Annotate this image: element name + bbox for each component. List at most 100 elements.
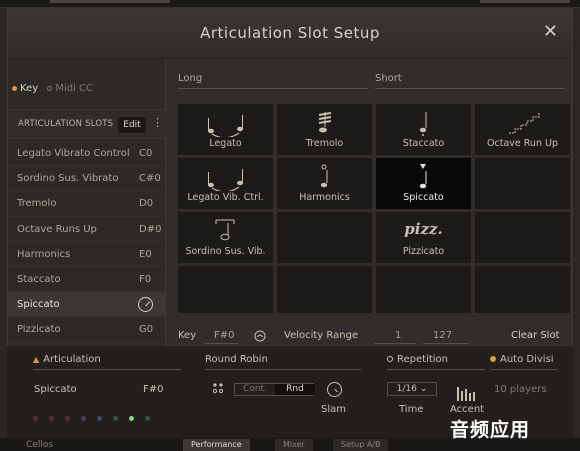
pizzicato-text: pizz. — [404, 220, 443, 238]
slot-dot — [145, 416, 150, 421]
slot-name: Octave Runs Up — [17, 223, 97, 235]
toggle-off-icon — [387, 356, 393, 362]
articulation-cell[interactable]: pizz. Pizzicato — [376, 212, 471, 263]
staccato-icon — [419, 112, 427, 136]
slots-header-label: ARTICULATION SLOTS — [18, 119, 114, 129]
tab-label: Key — [20, 83, 39, 94]
key-field[interactable]: F#0 — [204, 327, 238, 344]
tremolo-icon — [318, 112, 332, 133]
articulation-cell-selected[interactable]: Spiccato — [376, 158, 471, 209]
articulation-slot-setup-dialog: Articulation Slot Setup ✕ Key Midi CC AR… — [7, 8, 573, 347]
empty-cell[interactable] — [277, 266, 372, 313]
empty-cell[interactable] — [178, 266, 273, 313]
short-header: Short — [375, 73, 565, 89]
repetition-section-header[interactable]: Repetition — [387, 354, 485, 370]
slot-key: D0 — [139, 198, 154, 210]
tab-midi-cc[interactable]: Midi CC — [47, 83, 93, 94]
cell-label: Spiccato — [403, 192, 444, 203]
slot-dot-active — [129, 416, 134, 421]
articulation-grid-panel: Long Short Legato Tremolo Staccato Octav… — [166, 59, 573, 347]
legato-vib-icon — [208, 169, 243, 191]
empty-cell[interactable] — [475, 212, 570, 263]
slot-item[interactable]: Sordino Sus. Vibrato C#0 — [8, 166, 166, 192]
slot-item[interactable]: Legato Vibrato Control C0 — [8, 141, 166, 167]
rr-random-option[interactable]: Rnd — [275, 384, 315, 395]
velocity-max-field[interactable]: 127 — [423, 327, 469, 344]
articulation-section-header[interactable]: ▲ Articulation — [33, 354, 181, 370]
slot-panel: Key Midi CC ARTICULATION SLOTS Edit ⋮ Le… — [8, 59, 166, 347]
accent-meter-icon[interactable] — [457, 382, 477, 401]
slot-item[interactable]: Staccato F0 — [8, 267, 166, 293]
tab-setup-ab[interactable]: Setup A/B — [333, 439, 389, 451]
tab-key[interactable]: Key — [12, 83, 38, 94]
more-menu-icon[interactable]: ⋮ — [152, 116, 163, 129]
articulation-cell[interactable]: Staccato — [376, 104, 471, 155]
slot-dot — [33, 416, 38, 421]
radio-dot-icon — [12, 85, 17, 91]
learn-icon[interactable] — [254, 330, 266, 342]
tab-performance[interactable]: Performance — [183, 439, 250, 451]
slot-item[interactable]: Pizzicato G0 — [8, 317, 166, 343]
articulation-cell[interactable]: Legato — [178, 104, 273, 155]
velocity-min-field[interactable]: 1 — [374, 327, 416, 344]
slot-item[interactable]: Octave Runs Up D#0 — [8, 217, 166, 242]
slot-key: D#0 — [139, 223, 162, 235]
articulation-cell[interactable]: Legato Vib. Ctrl. — [178, 158, 273, 209]
time-select[interactable]: 1/16 ⌄ — [387, 382, 437, 396]
slot-item[interactable]: Tremolo D0 — [8, 191, 166, 217]
time-value: 1/16 — [396, 384, 417, 394]
players-count: 10 players — [494, 384, 547, 395]
empty-cell[interactable] — [475, 158, 570, 209]
slot-list: Legato Vibrato Control C0 Sordino Sus. Vi… — [8, 141, 166, 343]
slot-name: Legato Vibrato Control — [17, 148, 130, 159]
slot-item[interactable]: Harmonics E0 — [8, 242, 166, 267]
slot-key: E0 — [139, 248, 152, 260]
cell-label: Sordino Sus. Vib. — [185, 246, 266, 257]
articulation-cell[interactable]: Harmonics — [277, 158, 372, 209]
slot-item-selected[interactable]: Spiccato — [8, 292, 166, 318]
cell-label: Tremolo — [305, 138, 344, 149]
cell-label: Pizzicato — [402, 246, 445, 257]
round-robin-header-label: Round Robin — [205, 354, 268, 365]
clear-slot-button[interactable]: Clear Slot — [511, 330, 560, 341]
slot-dot — [49, 416, 54, 421]
current-articulation-key: F#0 — [143, 384, 164, 395]
dialog-title: Articulation Slot Setup — [200, 24, 380, 42]
close-icon[interactable]: ✕ — [543, 21, 558, 42]
rr-continuous-option[interactable]: Cont. — [235, 384, 275, 395]
edit-button[interactable]: Edit — [118, 117, 146, 133]
strip-segment — [480, 0, 570, 3]
time-label: Time — [399, 404, 424, 415]
slot-name: Harmonics — [17, 248, 71, 260]
empty-cell[interactable] — [277, 212, 372, 263]
dialog-header: Articulation Slot Setup ✕ — [8, 9, 572, 59]
key-value: F#0 — [214, 330, 235, 341]
articulation-cell[interactable]: Tremolo — [277, 104, 372, 155]
key-label: Key — [178, 330, 197, 341]
round-robin-toggle[interactable]: Cont. Rnd — [234, 383, 315, 396]
empty-cell[interactable] — [475, 266, 570, 313]
tab-mixer[interactable]: Mixer — [275, 439, 313, 451]
articulation-cell[interactable]: Octave Run Up — [475, 104, 570, 155]
empty-cell[interactable] — [376, 266, 471, 313]
velocity-range-label: Velocity Range — [284, 330, 359, 341]
radio-dot-icon — [47, 85, 53, 91]
slot-dot — [113, 416, 118, 421]
key-learn-icon[interactable] — [138, 297, 153, 313]
articulation-cell[interactable]: Sordino Sus. Vib. — [178, 212, 273, 263]
cell-label: Octave Run Up — [487, 138, 558, 149]
sordino-icon — [215, 219, 235, 241]
cell-label: Harmonics — [299, 192, 350, 203]
articulation-header-label: Articulation — [43, 354, 101, 365]
slot-name: Tremolo — [17, 198, 57, 210]
auto-divisi-section-header[interactable]: Auto Divisi — [490, 354, 558, 370]
repetition-header-label: Repetition — [397, 354, 449, 365]
accent-label: Accent — [450, 404, 485, 415]
slot-key: F0 — [139, 273, 152, 285]
slam-knob[interactable] — [327, 382, 342, 397]
round-robin-icon — [212, 383, 224, 394]
toggle-on-icon — [490, 356, 496, 362]
slot-key: G0 — [139, 324, 154, 336]
slot-name: Staccato — [17, 273, 61, 285]
slots-header: ARTICULATION SLOTS Edit ⋮ — [8, 109, 166, 139]
